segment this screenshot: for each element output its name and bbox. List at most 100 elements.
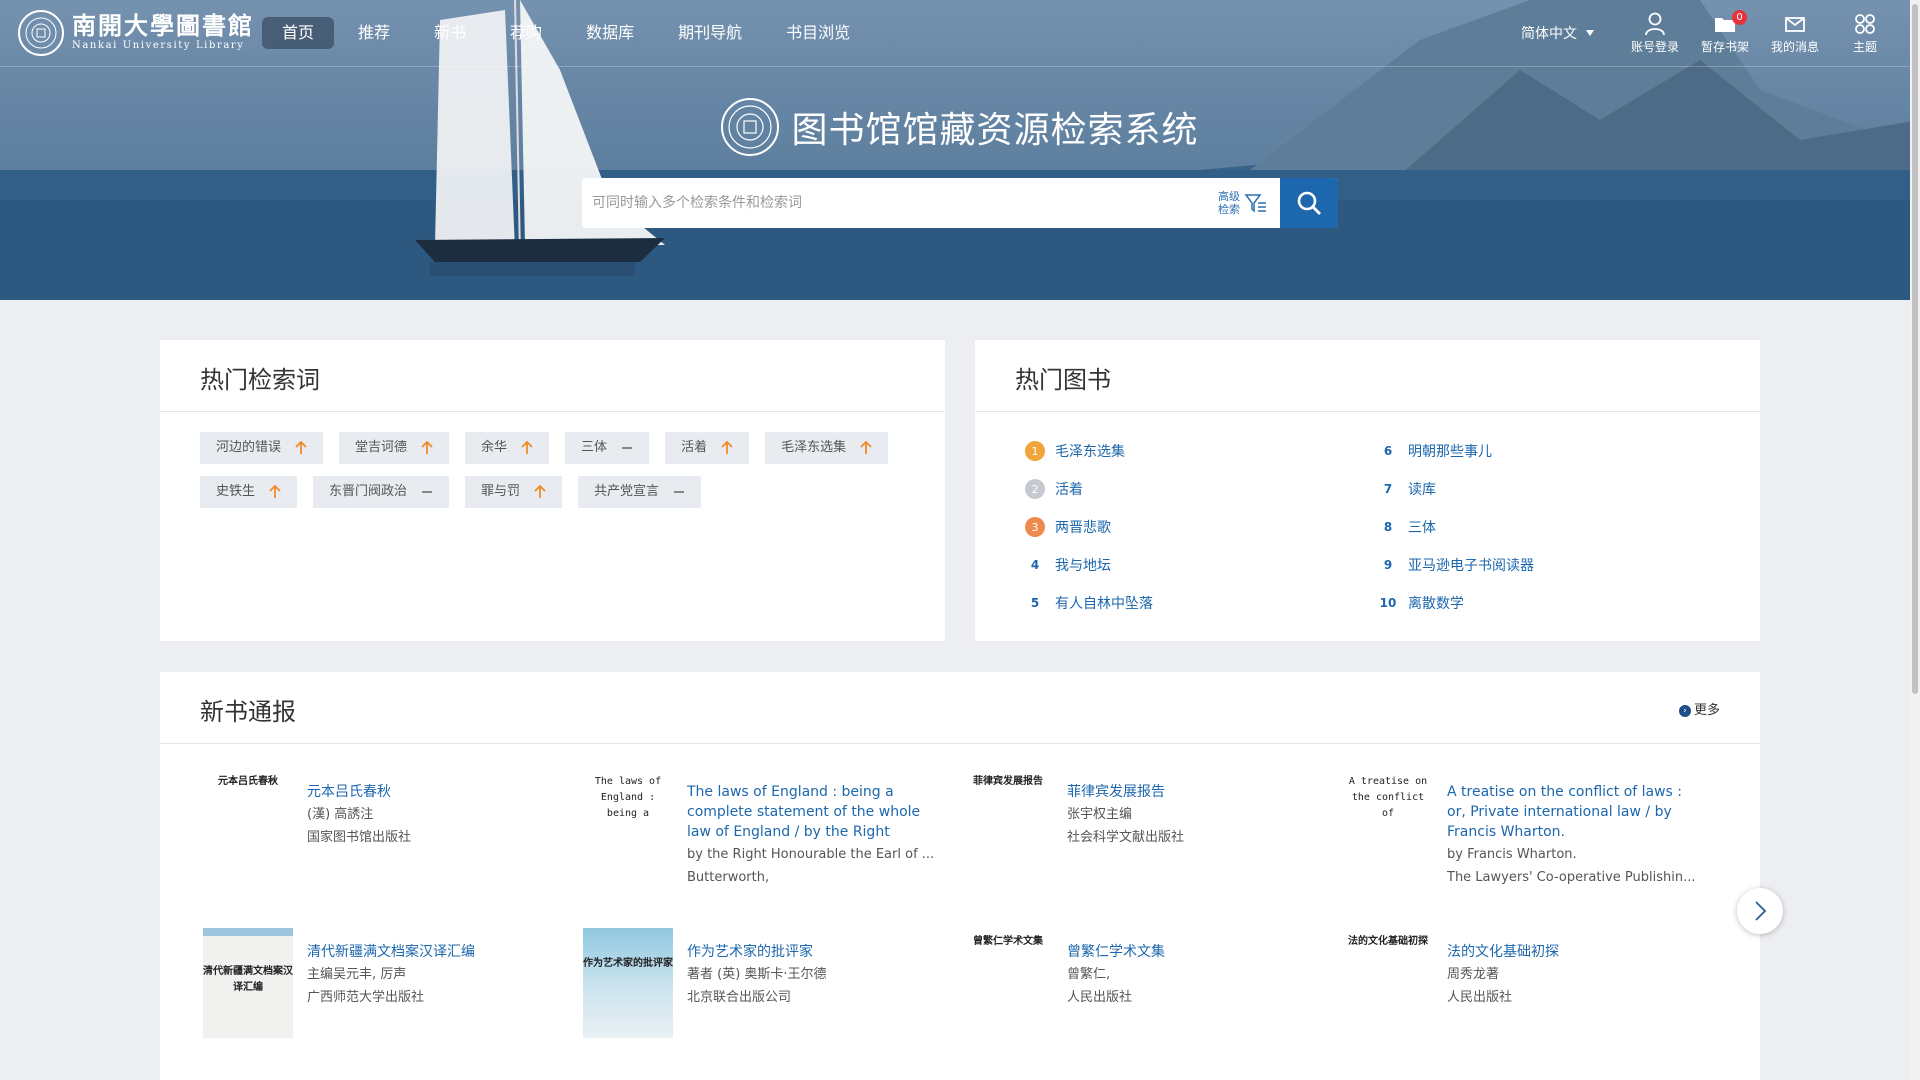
hot-term-tag[interactable]: 罪与罚 [465, 476, 563, 508]
hot-term-tag[interactable]: 三体 [565, 432, 650, 464]
more-link[interactable]: › 更多 [1678, 672, 1720, 750]
book-title[interactable]: A treatise on the conflict of laws : or,… [1447, 782, 1699, 842]
nav-catalog-browse[interactable]: 书目浏览 [766, 17, 870, 49]
hot-search-terms-title: 热门检索词 [160, 340, 945, 412]
hot-term-tag[interactable]: 余华 [465, 432, 550, 464]
trend-up-icon [860, 441, 872, 455]
nav-recommend[interactable]: 推荐 [338, 17, 410, 49]
nav-databases[interactable]: 数据库 [566, 17, 654, 49]
top-navigation-bar: 南開大學圖書館 Nankai University Library 首页 推荐 … [0, 0, 1920, 67]
search-bar: 高级检索 [582, 178, 1338, 228]
book-title[interactable]: 作为艺术家的批评家 [687, 942, 939, 962]
nav-new-books[interactable]: 新书 [414, 17, 486, 49]
account-login-button[interactable]: 账号登录 [1620, 12, 1690, 54]
hot-term-tag[interactable]: 共产党宣言 [578, 476, 702, 508]
book-author: 曾繁仁, [1067, 967, 1111, 982]
book-publisher: 广西师范大学出版社 [307, 990, 425, 1005]
book-cover: 清代新疆满文档案汉译汇编 [203, 928, 293, 1038]
book-cover: 菲律宾发展报告 [973, 776, 1043, 787]
hot-book-item[interactable]: 8 三体 [1378, 508, 1534, 546]
book-title[interactable]: 法的文化基础初探 [1447, 942, 1699, 962]
rank-badge-bronze: 3 [1025, 517, 1045, 537]
trend-flat-icon [673, 485, 685, 499]
rank-number: 4 [1030, 558, 1040, 572]
book-author: by Francis Wharton. [1447, 847, 1577, 862]
hot-book-item[interactable]: 6 明朝那些事儿 [1378, 432, 1534, 470]
rank-badge-silver: 2 [1025, 479, 1045, 499]
book-title[interactable]: 曾繁仁学术文集 [1067, 942, 1319, 962]
new-book-item[interactable]: 法的文化基础初探 法的文化基础初探 周秀龙著 人民出版社 [1343, 928, 1703, 1068]
university-seal-icon [18, 10, 64, 56]
hot-book-item[interactable]: 9 亚马逊电子书阅读器 [1378, 546, 1534, 584]
hot-book-item[interactable]: 2 活着 [1025, 470, 1153, 508]
hot-search-terms-panel: 热门检索词 河边的错误 堂吉诃德 余华 三体 活着 毛泽东选集 史铁生 东晋门阀… [160, 340, 945, 641]
library-logo[interactable]: 南開大學圖書館 Nankai University Library [18, 10, 254, 56]
book-publisher: 人民出版社 [1447, 990, 1513, 1005]
hot-terms-list: 河边的错误 堂吉诃德 余华 三体 活着 毛泽东选集 史铁生 东晋门阀政治 罪与罚… [160, 412, 980, 520]
hot-term-tag[interactable]: 堂吉诃德 [339, 432, 450, 464]
trend-up-icon [295, 441, 307, 455]
hot-book-item[interactable]: 4 我与地坛 [1025, 546, 1153, 584]
rank-number: 8 [1383, 520, 1393, 534]
mail-icon [1785, 17, 1805, 32]
book-title[interactable]: The laws of England : being a complete s… [687, 782, 939, 842]
chevron-right-icon: › [1678, 705, 1691, 717]
language-label: 简体中文 [1521, 26, 1577, 42]
language-selector[interactable]: 简体中文 [1521, 23, 1594, 43]
hot-term-tag[interactable]: 东晋门阀政治 [313, 476, 450, 508]
hot-book-item[interactable]: 10 离散数学 [1378, 584, 1534, 622]
theme-button[interactable]: 主题 [1830, 12, 1900, 54]
nav-journal-guide[interactable]: 期刊导航 [658, 17, 762, 49]
book-cover: A treatise on the conflict of [1348, 776, 1428, 819]
hot-term-tag[interactable]: 河边的错误 [200, 432, 324, 464]
advanced-search-button[interactable]: 高级检索 [1218, 178, 1280, 228]
rank-badge-gold: 1 [1025, 441, 1045, 461]
trend-up-icon [721, 441, 733, 455]
search-icon [1297, 191, 1321, 215]
nav-purchase-request[interactable]: 荐购 [490, 17, 562, 49]
rank-number: 7 [1383, 482, 1393, 496]
hot-book-item[interactable]: 5 有人自林中坠落 [1025, 584, 1153, 622]
nav-home[interactable]: 首页 [262, 17, 335, 49]
book-author: 张宇权主编 [1067, 807, 1133, 822]
account-login-label: 账号登录 [1630, 40, 1679, 54]
my-messages-button[interactable]: 我的消息 [1760, 12, 1830, 54]
new-book-item[interactable]: 曾繁仁学术文集 曾繁仁学术文集 曾繁仁, 人民出版社 [963, 928, 1323, 1068]
hot-term-tag[interactable]: 毛泽东选集 [765, 432, 889, 464]
rank-number: 6 [1383, 444, 1393, 458]
hot-term-tag[interactable]: 活着 [665, 432, 750, 464]
logo-english-name: Nankai University Library [72, 40, 245, 51]
hot-book-item[interactable]: 1 毛泽东选集 [1025, 432, 1153, 470]
book-cover: 法的文化基础初探 [1348, 936, 1428, 947]
book-author: by the Right Honourable the Earl of ... [687, 847, 935, 862]
carousel-next-button[interactable] [1737, 888, 1783, 934]
hot-book-item[interactable]: 7 读库 [1378, 470, 1534, 508]
new-books-panel: 新书通报 › 更多 元本吕氏春秋 元本吕氏春秋 (漢) 高誘注 国家图书馆出版社 … [160, 672, 1760, 1080]
scrollbar-thumb[interactable] [1912, 4, 1918, 694]
new-book-item[interactable]: 作为艺术家的批评家 作为艺术家的批评家 著者 (英) 奥斯卡·王尔德 北京联合出… [583, 928, 943, 1068]
book-title[interactable]: 清代新疆满文档案汉译汇编 [307, 942, 559, 962]
hot-book-item[interactable]: 3 两晋悲歌 [1025, 508, 1153, 546]
new-book-item[interactable]: 菲律宾发展报告 菲律宾发展报告 张宇权主编 社会科学文献出版社 [963, 768, 1323, 908]
search-input[interactable] [582, 178, 1218, 228]
new-book-item[interactable]: The laws of England : being a The laws o… [583, 768, 943, 908]
temp-bookshelf-button[interactable]: 0 暂存书架 [1690, 10, 1760, 54]
new-book-item[interactable]: A treatise on the conflict of A treatise… [1343, 768, 1703, 908]
trend-up-icon [421, 441, 433, 455]
hot-books-title: 热门图书 [975, 340, 1760, 412]
hot-term-tag[interactable]: 史铁生 [200, 476, 298, 508]
search-button[interactable] [1280, 178, 1338, 228]
trend-up-icon [521, 441, 533, 455]
book-title[interactable]: 元本吕氏春秋 [307, 782, 559, 802]
temp-bookshelf-label: 暂存书架 [1700, 40, 1749, 54]
page-scrollbar[interactable] [1910, 0, 1920, 1080]
book-author: 周秀龙著 [1447, 967, 1500, 982]
rank-number: 5 [1030, 596, 1040, 610]
advanced-search-label: 高级检索 [1218, 190, 1240, 216]
trend-flat-icon [421, 485, 433, 499]
new-book-item[interactable]: 清代新疆满文档案汉译汇编 清代新疆满文档案汉译汇编 主编吴元丰, 厉声 广西师范… [203, 928, 563, 1068]
new-book-item[interactable]: 元本吕氏春秋 元本吕氏春秋 (漢) 高誘注 国家图书馆出版社 [203, 768, 563, 908]
university-seal-icon [721, 98, 780, 156]
book-title[interactable]: 菲律宾发展报告 [1067, 782, 1319, 802]
my-messages-label: 我的消息 [1770, 40, 1819, 54]
